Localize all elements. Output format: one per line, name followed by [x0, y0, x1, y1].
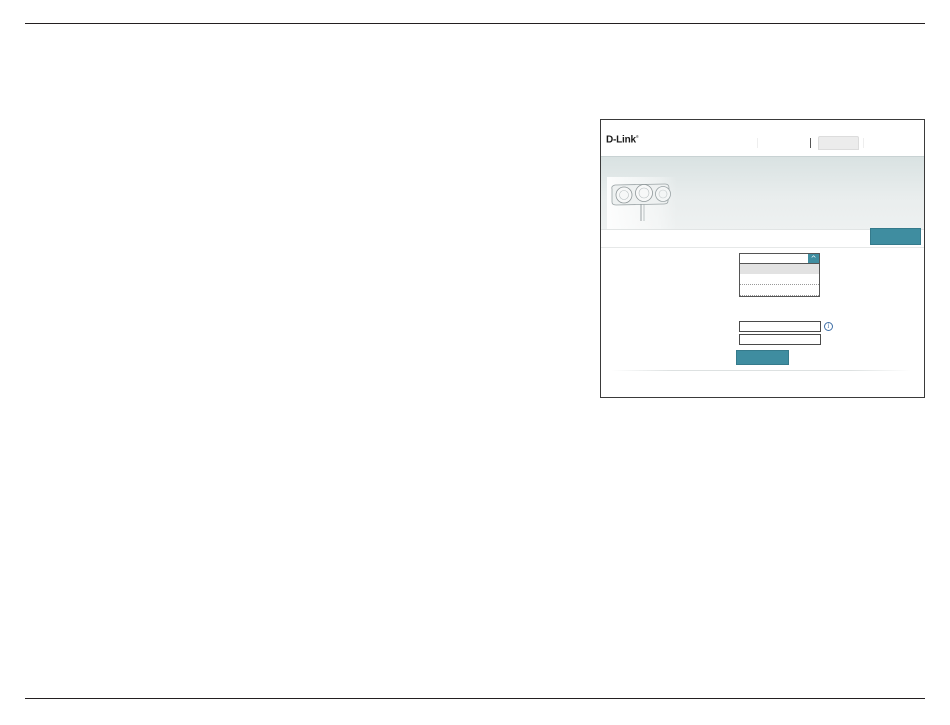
page-bottom-rule	[25, 698, 925, 699]
camera-photo-icon	[607, 177, 677, 229]
nav-tab-active[interactable]	[818, 136, 859, 150]
save-button[interactable]	[870, 228, 921, 245]
mode-select[interactable]: ^	[739, 253, 820, 264]
action-button[interactable]	[736, 350, 789, 365]
info-icon[interactable]: i	[824, 322, 833, 331]
registered-mark: ®	[635, 134, 639, 139]
chevron-up-icon[interactable]: ^	[808, 254, 819, 263]
select-option[interactable]	[740, 285, 819, 296]
page-top-rule	[25, 23, 925, 24]
top-bar: D-Link®	[601, 120, 924, 156]
content-divider	[611, 370, 911, 371]
header-banner	[601, 156, 924, 230]
text-input-1[interactable]	[739, 321, 821, 332]
logo-text: D-Link	[606, 134, 636, 146]
text-input-2[interactable]	[739, 334, 821, 345]
mode-select-options	[739, 264, 820, 297]
nav-divider-right	[863, 138, 864, 148]
select-option-highlighted[interactable]	[740, 264, 819, 274]
nav-divider	[810, 138, 811, 148]
router-ui-screenshot: D-Link® ^ i	[600, 119, 925, 398]
select-option[interactable]	[740, 274, 819, 285]
dlink-logo: D-Link®	[606, 134, 639, 145]
nav-divider-left	[757, 138, 758, 148]
